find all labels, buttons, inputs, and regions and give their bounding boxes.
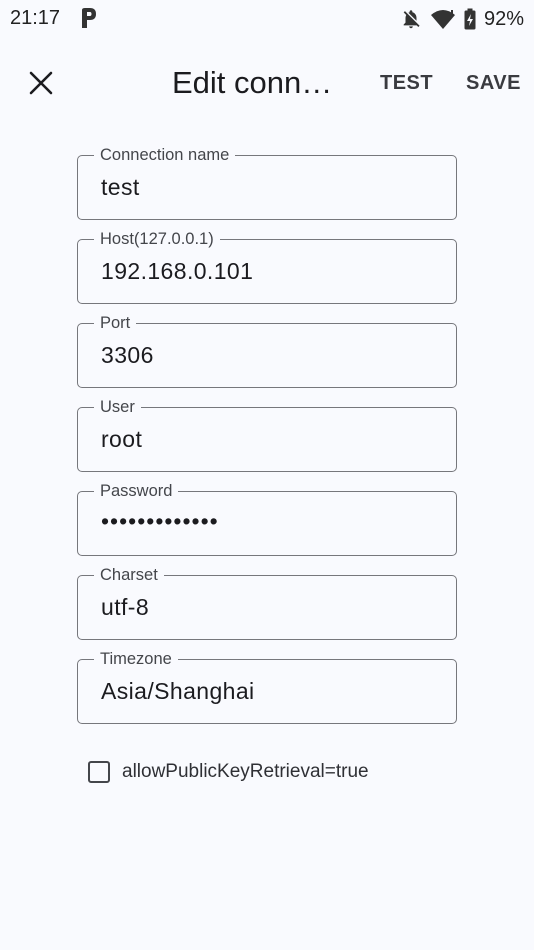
save-button[interactable]: SAVE bbox=[466, 72, 521, 95]
timezone-field[interactable]: Timezone Asia/Shanghai bbox=[77, 650, 457, 724]
user-field[interactable]: User root bbox=[77, 398, 457, 472]
test-button[interactable]: TEST bbox=[380, 72, 433, 95]
status-bar: 21:17 92% bbox=[0, 0, 534, 38]
charset-label: Charset bbox=[94, 566, 164, 584]
password-field[interactable]: Password ••••••••••••• bbox=[77, 482, 457, 556]
allow-public-key-retrieval-checkbox[interactable] bbox=[88, 761, 110, 783]
status-icons: 92% bbox=[400, 7, 524, 31]
battery-percent: 92% bbox=[483, 7, 524, 30]
close-button[interactable] bbox=[20, 62, 62, 104]
connection-name-label: Connection name bbox=[94, 146, 236, 164]
status-time: 21:17 bbox=[10, 7, 61, 29]
password-value[interactable]: ••••••••••••• bbox=[101, 507, 219, 535]
allow-public-key-retrieval-option[interactable]: allowPublicKeyRetrieval=true bbox=[88, 758, 369, 786]
timezone-value[interactable]: Asia/Shanghai bbox=[101, 677, 255, 705]
connection-name-value[interactable]: test bbox=[101, 173, 140, 201]
host-value[interactable]: 192.168.0.101 bbox=[101, 257, 253, 285]
allow-public-key-retrieval-label[interactable]: allowPublicKeyRetrieval=true bbox=[122, 761, 369, 783]
user-value[interactable]: root bbox=[101, 425, 142, 453]
port-label: Port bbox=[94, 314, 137, 332]
battery-charging-icon bbox=[464, 8, 476, 30]
wifi-icon bbox=[430, 10, 455, 29]
charset-field[interactable]: Charset utf-8 bbox=[77, 566, 457, 640]
port-field[interactable]: Port 3306 bbox=[77, 314, 457, 388]
host-label: Host(127.0.0.1) bbox=[94, 230, 220, 248]
parking-p-icon bbox=[82, 8, 96, 28]
notifications-off-icon bbox=[403, 10, 420, 29]
password-label: Password bbox=[94, 482, 179, 500]
close-icon bbox=[29, 71, 53, 95]
host-field[interactable]: Host(127.0.0.1) 192.168.0.101 bbox=[77, 230, 457, 304]
connection-name-field[interactable]: Connection name test bbox=[77, 146, 457, 220]
port-value[interactable]: 3306 bbox=[101, 341, 154, 369]
page-title: Edit conne… bbox=[172, 65, 348, 100]
charset-value[interactable]: utf-8 bbox=[101, 593, 149, 621]
app-bar: Edit conne… TEST SAVE bbox=[0, 50, 534, 118]
user-label: User bbox=[94, 398, 141, 416]
timezone-label: Timezone bbox=[94, 650, 178, 668]
